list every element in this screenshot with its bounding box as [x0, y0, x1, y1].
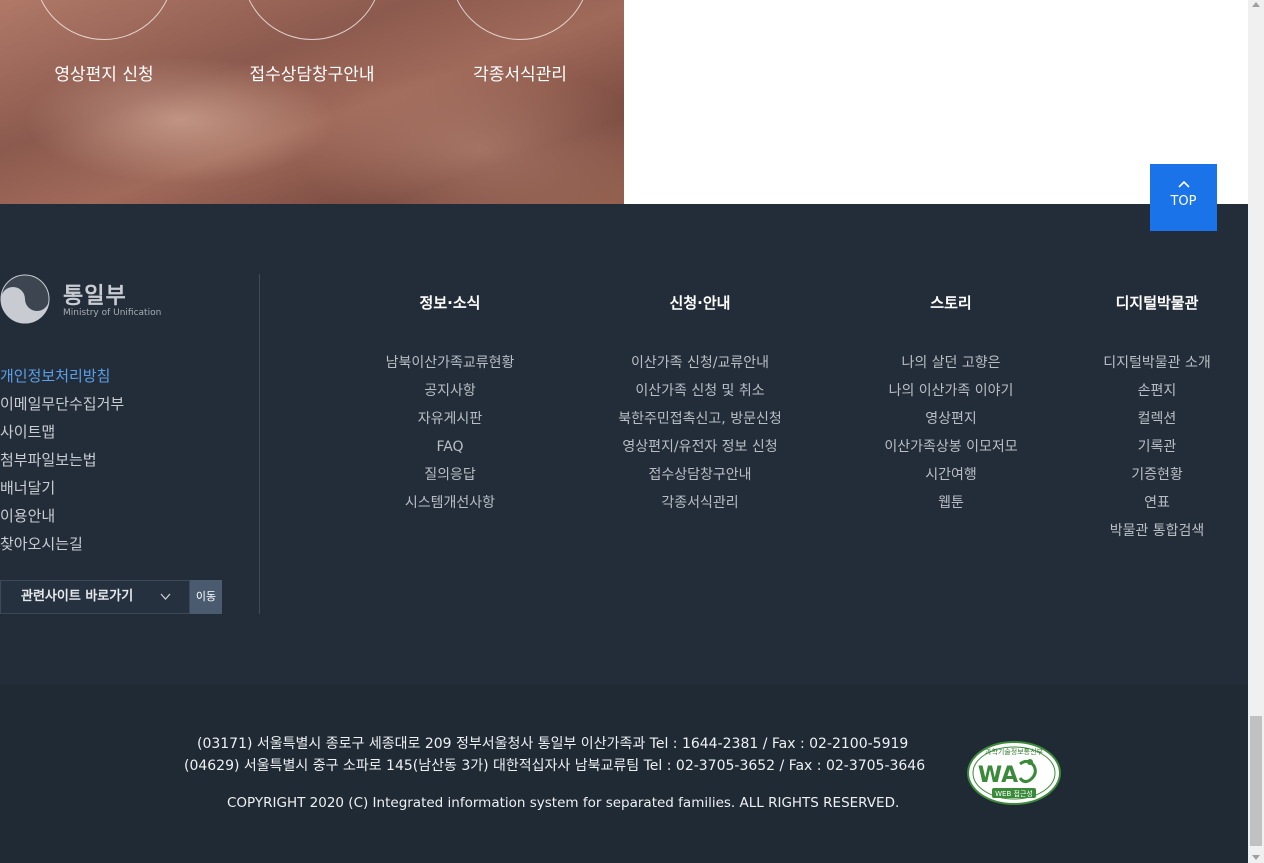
link-email-refusal[interactable]: 이메일무단수집거부 [0, 392, 124, 420]
related-sites: 관련사이트 바로가기 이동 [0, 580, 222, 614]
footer-link[interactable]: 시스템개선사항 [350, 492, 550, 520]
related-sites-select-label: 관련사이트 바로가기 [21, 589, 134, 604]
footer-link[interactable]: 컬렉션 [1082, 408, 1232, 436]
footer-link[interactable]: 공지사항 [350, 380, 550, 408]
hero-circle [34, 0, 174, 40]
badge-top-text: 과학기술정보통신부 [985, 747, 1044, 756]
footer-link[interactable]: 손편지 [1082, 380, 1232, 408]
hero-banner: 영상편지 신청 접수상담창구안내 각종서식관리 [0, 0, 624, 204]
column-title: 디지털박물관 [1115, 294, 1199, 312]
column-title: 정보·소식 [419, 294, 481, 312]
footer-link[interactable]: 기증현황 [1082, 464, 1232, 492]
footer-column-apply: 신청·안내 이산가족 신청/교류안내 이산가족 신청 및 취소 북한주민접촉신고… [585, 292, 815, 520]
footer-link[interactable]: 웹툰 [851, 492, 1051, 520]
column-title: 스토리 [930, 294, 972, 312]
related-sites-select[interactable]: 관련사이트 바로가기 [0, 580, 190, 614]
badge-mark-text: WA [978, 763, 1018, 788]
unification-emblem-icon [0, 274, 50, 324]
hero-circle [450, 0, 590, 40]
scroll-up-arrow-icon[interactable] [1252, 2, 1260, 7]
link-usage-guide[interactable]: 이용안내 [0, 504, 124, 532]
web-accessibility-mark-icon: 과학기술정보통신부 WA WEB 접근성 [967, 741, 1061, 805]
footer-link[interactable]: 질의응답 [350, 464, 550, 492]
footer-link[interactable]: FAQ [350, 436, 550, 464]
related-sites-go-button[interactable]: 이동 [190, 580, 222, 614]
footer-link[interactable]: 시간여행 [851, 464, 1051, 492]
footer-link[interactable]: 영상편지/유전자 정보 신청 [585, 436, 815, 464]
footer-bottom: (03171) 서울특별시 종로구 세종대로 209 정부서울청사 통일부 이산… [0, 685, 1248, 863]
vertical-scrollbar[interactable] [1248, 0, 1264, 863]
footer-link[interactable]: 이산가족상봉 이모저모 [851, 436, 1051, 464]
scroll-top-label: TOP [1170, 194, 1197, 209]
footer-link[interactable]: 연표 [1082, 492, 1232, 520]
footer-link[interactable]: 기록관 [1082, 436, 1232, 464]
footer-link[interactable]: 남북이산가족교류현황 [350, 352, 550, 380]
scroll-down-arrow-icon[interactable] [1252, 855, 1260, 860]
link-attachment-viewer[interactable]: 첨부파일보는법 [0, 448, 124, 476]
footer-column-info: 정보·소식 남북이산가족교류현황 공지사항 자유게시판 FAQ 질의응답 시스템… [350, 292, 550, 520]
footer-link[interactable]: 나의 살던 고향은 [851, 352, 1051, 380]
chevron-down-icon [160, 581, 171, 613]
hero-item-label: 영상편지 신청 [54, 65, 154, 85]
scrollbar-thumb[interactable] [1250, 716, 1262, 846]
footer-link[interactable]: 각종서식관리 [585, 492, 815, 520]
footer-link[interactable]: 접수상담창구안내 [585, 464, 815, 492]
footer-link[interactable]: 자유게시판 [350, 408, 550, 436]
ministry-logo[interactable]: 통일부 Ministry of Unification [0, 274, 180, 326]
link-sitemap[interactable]: 사이트맵 [0, 420, 124, 448]
footer-column-story: 스토리 나의 살던 고향은 나의 이산가족 이야기 영상편지 이산가족상봉 이모… [851, 292, 1051, 520]
hero-item-label: 각종서식관리 [473, 65, 567, 85]
footer-link[interactable]: 박물관 통합검색 [1082, 520, 1232, 548]
logo-title-en: Ministry of Unification [63, 308, 162, 318]
link-privacy-policy[interactable]: 개인정보처리방침 [0, 364, 124, 392]
address-line-1: (03171) 서울특별시 종로구 세종대로 209 정부서울청사 통일부 이산… [197, 736, 909, 752]
footer-link[interactable]: 이산가족 신청/교류안내 [585, 352, 815, 380]
address-line-2: (04629) 서울특별시 중구 소파로 145(남산동 3가) 대한적십자사 … [184, 758, 926, 774]
copyright: COPYRIGHT 2020 (C) Integrated informatio… [227, 795, 900, 811]
footer-column-museum: 디지털박물관 디지털박물관 소개 손편지 컬렉션 기록관 기증현황 연표 박물관… [1082, 292, 1232, 548]
hero-circle [242, 0, 382, 40]
footer-link[interactable]: 이산가족 신청 및 취소 [585, 380, 815, 408]
vertical-divider [259, 274, 260, 614]
footer-link[interactable]: 나의 이산가족 이야기 [851, 380, 1051, 408]
column-title: 신청·안내 [669, 294, 731, 312]
link-directions[interactable]: 찾아오시는길 [0, 532, 124, 560]
badge-bottom-text: WEB 접근성 [995, 789, 1033, 798]
footer-policy-links: 개인정보처리방침 이메일무단수집거부 사이트맵 첨부파일보는법 배너달기 이용안… [0, 364, 124, 560]
footer-link[interactable]: 북한주민접촉신고, 방문신청 [585, 408, 815, 436]
link-banner[interactable]: 배너달기 [0, 476, 124, 504]
footer-main: 통일부 Ministry of Unification 개인정보처리방침 이메일… [0, 204, 1248, 685]
footer-link[interactable]: 디지털박물관 소개 [1082, 352, 1232, 380]
web-accessibility-badge[interactable]: 과학기술정보통신부 WA WEB 접근성 [966, 740, 1062, 810]
scroll-top-button[interactable]: TOP [1150, 164, 1217, 231]
logo-title-ko: 통일부 [63, 284, 127, 309]
footer-link[interactable]: 영상편지 [851, 408, 1051, 436]
chevron-up-icon [1150, 178, 1217, 190]
hero-item-label: 접수상담창구안내 [249, 65, 375, 85]
